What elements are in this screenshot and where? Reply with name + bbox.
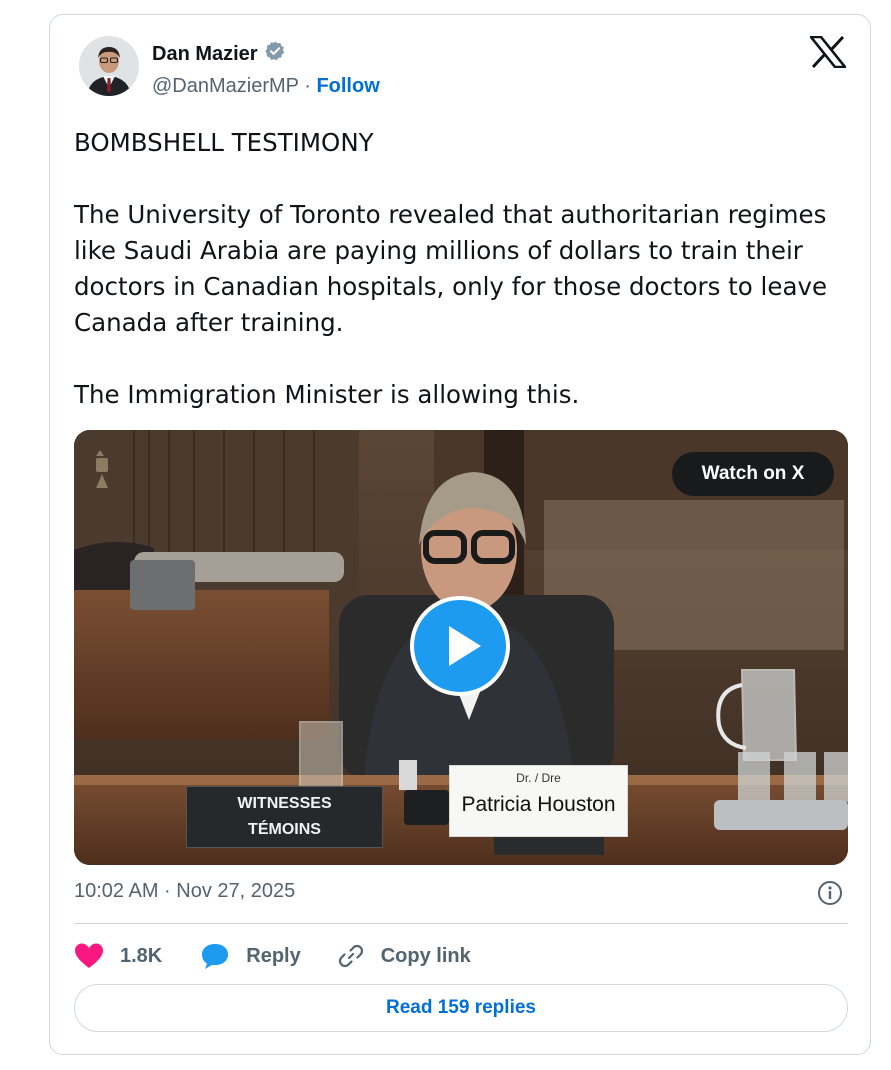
author-handle-row: @DanMazierMP · Follow (152, 75, 380, 98)
reply-button[interactable]: Reply (200, 942, 301, 970)
heart-icon (74, 942, 104, 970)
author-name[interactable]: Dan Mazier (152, 43, 258, 66)
tweet-closing: The Immigration Minister is allowing thi… (74, 380, 580, 409)
link-icon (337, 942, 365, 970)
witness-sign-fr: TÉMOINS (248, 821, 321, 838)
tweet-text: BOMBSHELL TESTIMONY The University of To… (74, 125, 844, 413)
read-replies-button[interactable]: Read 159 replies (74, 984, 848, 1032)
author-handle[interactable]: @DanMazierMP (152, 75, 299, 97)
tweet-headline: BOMBSHELL TESTIMONY (74, 128, 374, 157)
x-logo-icon[interactable] (808, 35, 848, 70)
divider (74, 923, 848, 924)
reply-label: Reply (246, 944, 301, 967)
watch-on-x-button[interactable]: Watch on X (672, 452, 834, 496)
follow-button[interactable]: Follow (316, 75, 379, 97)
witness-sign-en: WITNESSES (237, 795, 332, 812)
verified-badge-icon (264, 40, 286, 68)
handle-separator: · (304, 75, 311, 97)
witness-sign: WITNESSES TÉMOINS (186, 786, 383, 848)
action-bar: 1.8K Reply Copy link (74, 938, 471, 974)
copy-link-label: Copy link (380, 944, 471, 967)
tweet-timestamp[interactable]: 10:02 AM · Nov 27, 2025 (74, 880, 295, 903)
like-count: 1.8K (120, 944, 163, 967)
info-icon[interactable] (817, 880, 843, 906)
tweet-body: The University of Toronto revealed that … (74, 200, 828, 337)
reply-bubble-icon (200, 942, 230, 970)
copy-link-button[interactable]: Copy link (337, 942, 471, 970)
author-avatar[interactable] (79, 36, 139, 96)
nameplate-name: Patricia Houston (461, 793, 616, 816)
like-button[interactable]: 1.8K (74, 942, 162, 970)
nameplate-title: Dr. / Dre (516, 771, 561, 785)
speaker-nameplate: Dr. / Dre Patricia Houston (449, 765, 628, 837)
author-name-row[interactable]: Dan Mazier (152, 40, 286, 68)
play-icon[interactable] (410, 596, 510, 696)
